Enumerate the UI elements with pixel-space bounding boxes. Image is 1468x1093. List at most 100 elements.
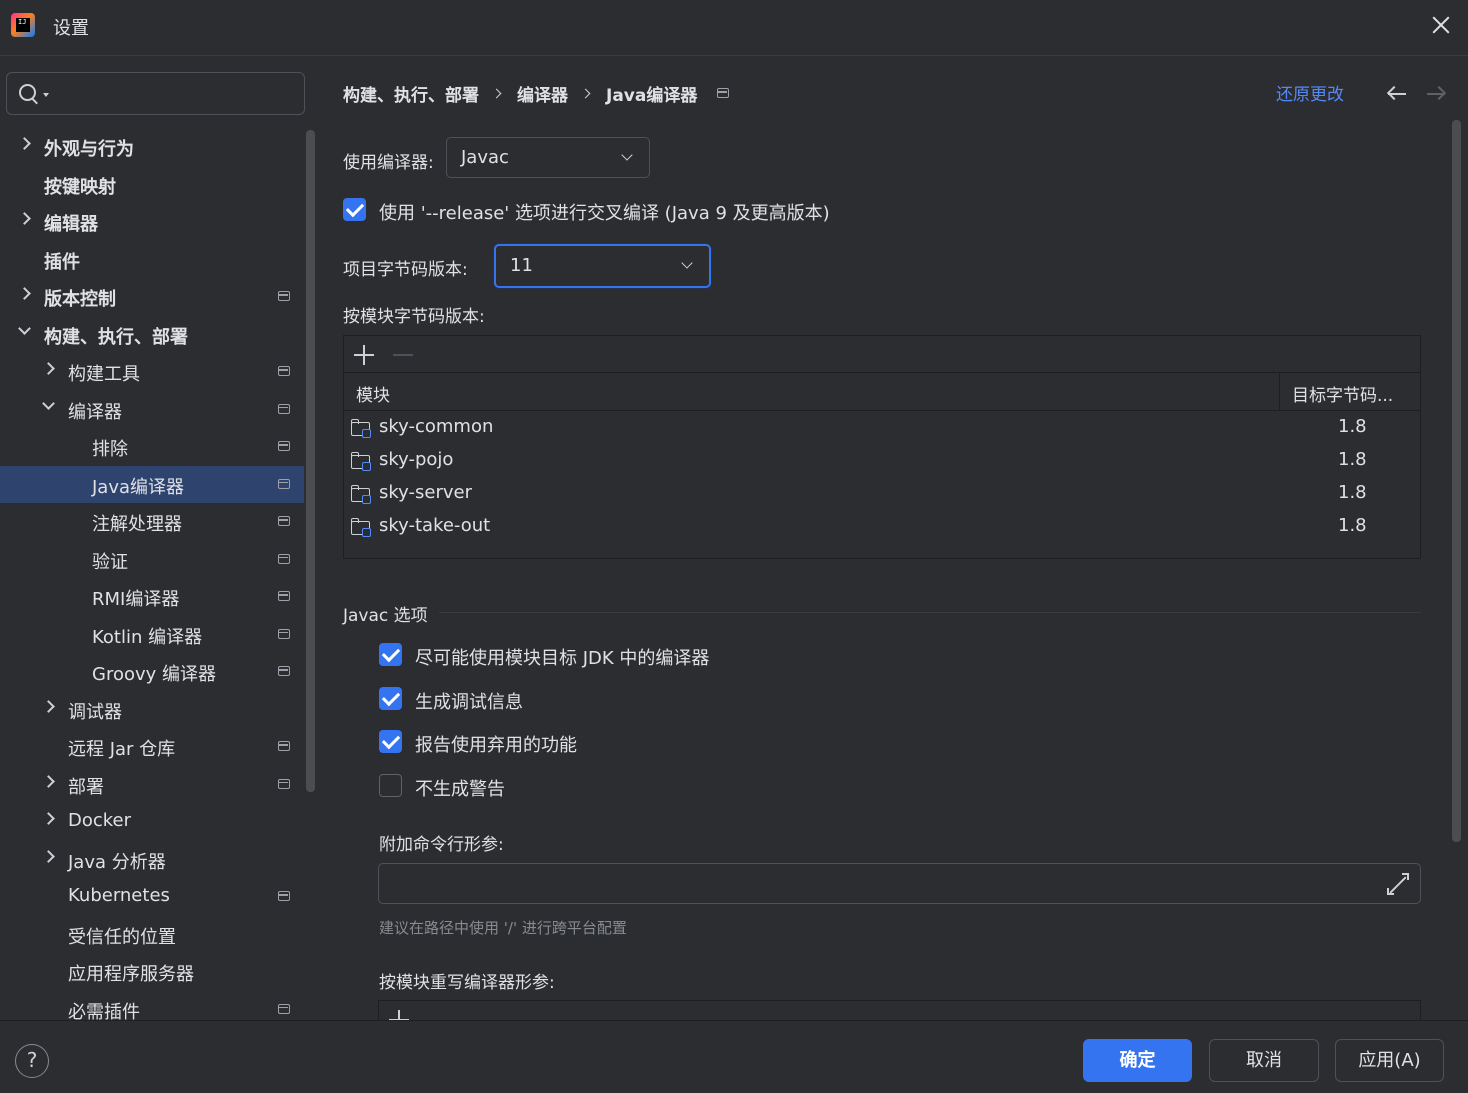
- settings-tree: 外观与行为按键映射编辑器 插件 版本控制 构建、执行、部署 构建工具 编译器 排除 Java编…: [0, 128, 304, 1020]
- chevron-right-icon[interactable]: [18, 287, 31, 300]
- chevron-right-icon[interactable]: [42, 812, 55, 825]
- breadcrumb-item[interactable]: 编译器: [517, 81, 568, 106]
- title-bar: IJ 设置: [0, 0, 1468, 56]
- module-target-version[interactable]: 1.8: [1338, 416, 1367, 437]
- apply-button[interactable]: 应用(A): [1335, 1039, 1444, 1082]
- sidebar-item-label: RMI编译器: [92, 589, 180, 610]
- compiler-select[interactable]: Javac: [446, 137, 650, 178]
- sidebar-item[interactable]: 远程 Jar 仓库: [0, 728, 304, 765]
- module-target-version[interactable]: 1.8: [1338, 515, 1367, 536]
- revert-changes-link[interactable]: 还原更改: [1276, 80, 1344, 105]
- chevron-right-icon: [491, 88, 502, 98]
- chevron-down-icon[interactable]: [42, 396, 55, 410]
- sidebar-item-label: 按键映射: [44, 176, 116, 198]
- settings-dialog: IJ 设置 外观与行为 按键映射 编辑器 插件 版本控制 构建、执行、部署 构建工具 编译器排…: [0, 0, 1468, 1093]
- args-input[interactable]: [389, 872, 1379, 896]
- sidebar-item[interactable]: 构建、执行、部署: [0, 316, 304, 353]
- close-icon[interactable]: [1428, 12, 1454, 38]
- sidebar-item[interactable]: Java编译器: [0, 465, 304, 503]
- chevron-right-icon[interactable]: [42, 362, 55, 375]
- sidebar-item[interactable]: 外观与行为: [0, 128, 304, 165]
- javac-option-label[interactable]: 尽可能使用模块目标 JDK 中的编译器: [415, 644, 709, 670]
- module-name: sky-pojo: [379, 449, 454, 470]
- compiler-select-value: Javac: [461, 147, 509, 168]
- sidebar-item[interactable]: Docker: [0, 803, 304, 840]
- sidebar-item-label: 验证: [92, 551, 128, 573]
- column-divider[interactable]: [1279, 373, 1280, 411]
- args-field[interactable]: [378, 863, 1421, 904]
- intellij-logo-icon: IJ: [11, 13, 35, 37]
- sidebar-item[interactable]: Kubernetes: [0, 878, 304, 915]
- sidebar-item[interactable]: 构建工具: [0, 353, 304, 390]
- content-scrollbar[interactable]: [1452, 120, 1461, 842]
- sidebar-item[interactable]: 插件: [0, 241, 304, 278]
- bytecode-label: 项目字节码版本:: [343, 260, 468, 280]
- module-folder-icon: [351, 518, 371, 537]
- sidebar-item-label: 部署: [68, 776, 104, 798]
- module-target-version[interactable]: 1.8: [1338, 449, 1367, 470]
- bytecode-select[interactable]: 11: [494, 244, 711, 288]
- search-history-caret-icon[interactable]: [43, 93, 49, 97]
- sidebar-item[interactable]: 编辑器: [0, 203, 304, 240]
- sidebar-item[interactable]: 受信任的位置: [0, 916, 304, 953]
- sidebar-item[interactable]: Groovy 编译器: [0, 653, 304, 690]
- javac-option-checkbox[interactable]: [379, 687, 402, 710]
- sidebar-item[interactable]: 调试器: [0, 691, 304, 728]
- ok-button[interactable]: 确定: [1083, 1039, 1192, 1082]
- add-icon[interactable]: [354, 345, 374, 365]
- table-row[interactable]: sky-take-out 1.8: [344, 512, 1420, 545]
- settings-search[interactable]: [6, 72, 305, 115]
- chevron-right-icon[interactable]: [42, 849, 55, 863]
- search-input[interactable]: [51, 79, 291, 107]
- chevron-right-icon[interactable]: [42, 699, 55, 713]
- sidebar-item[interactable]: 必需插件: [0, 991, 304, 1020]
- javac-option-checkbox[interactable]: [379, 730, 402, 753]
- breadcrumb-item: Java编译器: [606, 85, 698, 106]
- table-row[interactable]: sky-pojo 1.8: [344, 446, 1420, 479]
- chevron-right-icon[interactable]: [42, 774, 55, 788]
- javac-option-label[interactable]: 生成调试信息: [415, 688, 523, 714]
- module-target-version[interactable]: 1.8: [1338, 482, 1367, 503]
- search-icon[interactable]: [19, 84, 36, 101]
- forward-arrow-icon[interactable]: [1425, 84, 1447, 104]
- module-name: sky-common: [379, 416, 494, 437]
- chevron-right-icon[interactable]: [18, 137, 31, 150]
- javac-option-label[interactable]: 报告使用弃用的功能: [415, 731, 577, 757]
- back-arrow-icon[interactable]: [1386, 84, 1408, 104]
- project-level-icon: [278, 591, 290, 601]
- help-icon[interactable]: ?: [15, 1044, 49, 1078]
- remove-icon: [393, 345, 413, 365]
- sidebar-item[interactable]: 部署: [0, 766, 304, 803]
- sidebar-item[interactable]: 验证: [0, 541, 304, 578]
- cancel-button[interactable]: 取消: [1209, 1039, 1319, 1082]
- release-option-label[interactable]: 使用 '--release' 选项进行交叉编译 (Java 9 及更高版本): [379, 199, 830, 225]
- column-header-module[interactable]: 模块: [356, 381, 390, 406]
- args-label: 附加命令行形参:: [379, 835, 504, 855]
- sidebar-item[interactable]: 版本控制: [0, 278, 304, 315]
- sidebar-item[interactable]: 应用程序服务器: [0, 953, 304, 990]
- sidebar-item[interactable]: Kotlin 编译器: [0, 616, 304, 653]
- sidebar-item[interactable]: Java 分析器: [0, 841, 304, 878]
- chevron-right-icon[interactable]: [18, 212, 31, 225]
- sidebar-item-label: 远程 Jar 仓库: [68, 739, 176, 760]
- sidebar-item[interactable]: 按键映射: [0, 166, 304, 203]
- table-header: 模块 目标字节码...: [344, 373, 1420, 411]
- section-divider: [439, 612, 1421, 613]
- sidebar-item[interactable]: 编译器: [0, 391, 304, 428]
- expand-icon[interactable]: [1387, 873, 1409, 895]
- tree-scrollbar[interactable]: [306, 130, 315, 792]
- javac-option-label[interactable]: 不生成警告: [415, 775, 505, 801]
- sidebar-item[interactable]: 排除: [0, 428, 304, 465]
- sidebar-item[interactable]: 注解处理器: [0, 503, 304, 540]
- javac-option-checkbox[interactable]: [379, 774, 402, 797]
- chevron-down-icon[interactable]: [18, 321, 31, 335]
- table-row[interactable]: sky-common 1.8: [344, 413, 1420, 446]
- breadcrumb-item[interactable]: 构建、执行、部署: [343, 81, 479, 106]
- chevron-right-icon: [580, 88, 591, 98]
- column-header-target[interactable]: 目标字节码...: [1292, 381, 1393, 406]
- table-row[interactable]: sky-server 1.8: [344, 479, 1420, 512]
- javac-option-checkbox[interactable]: [379, 643, 402, 666]
- release-option-checkbox[interactable]: [343, 198, 366, 221]
- bytecode-select-value: 11: [510, 255, 533, 276]
- sidebar-item[interactable]: RMI编译器: [0, 578, 304, 615]
